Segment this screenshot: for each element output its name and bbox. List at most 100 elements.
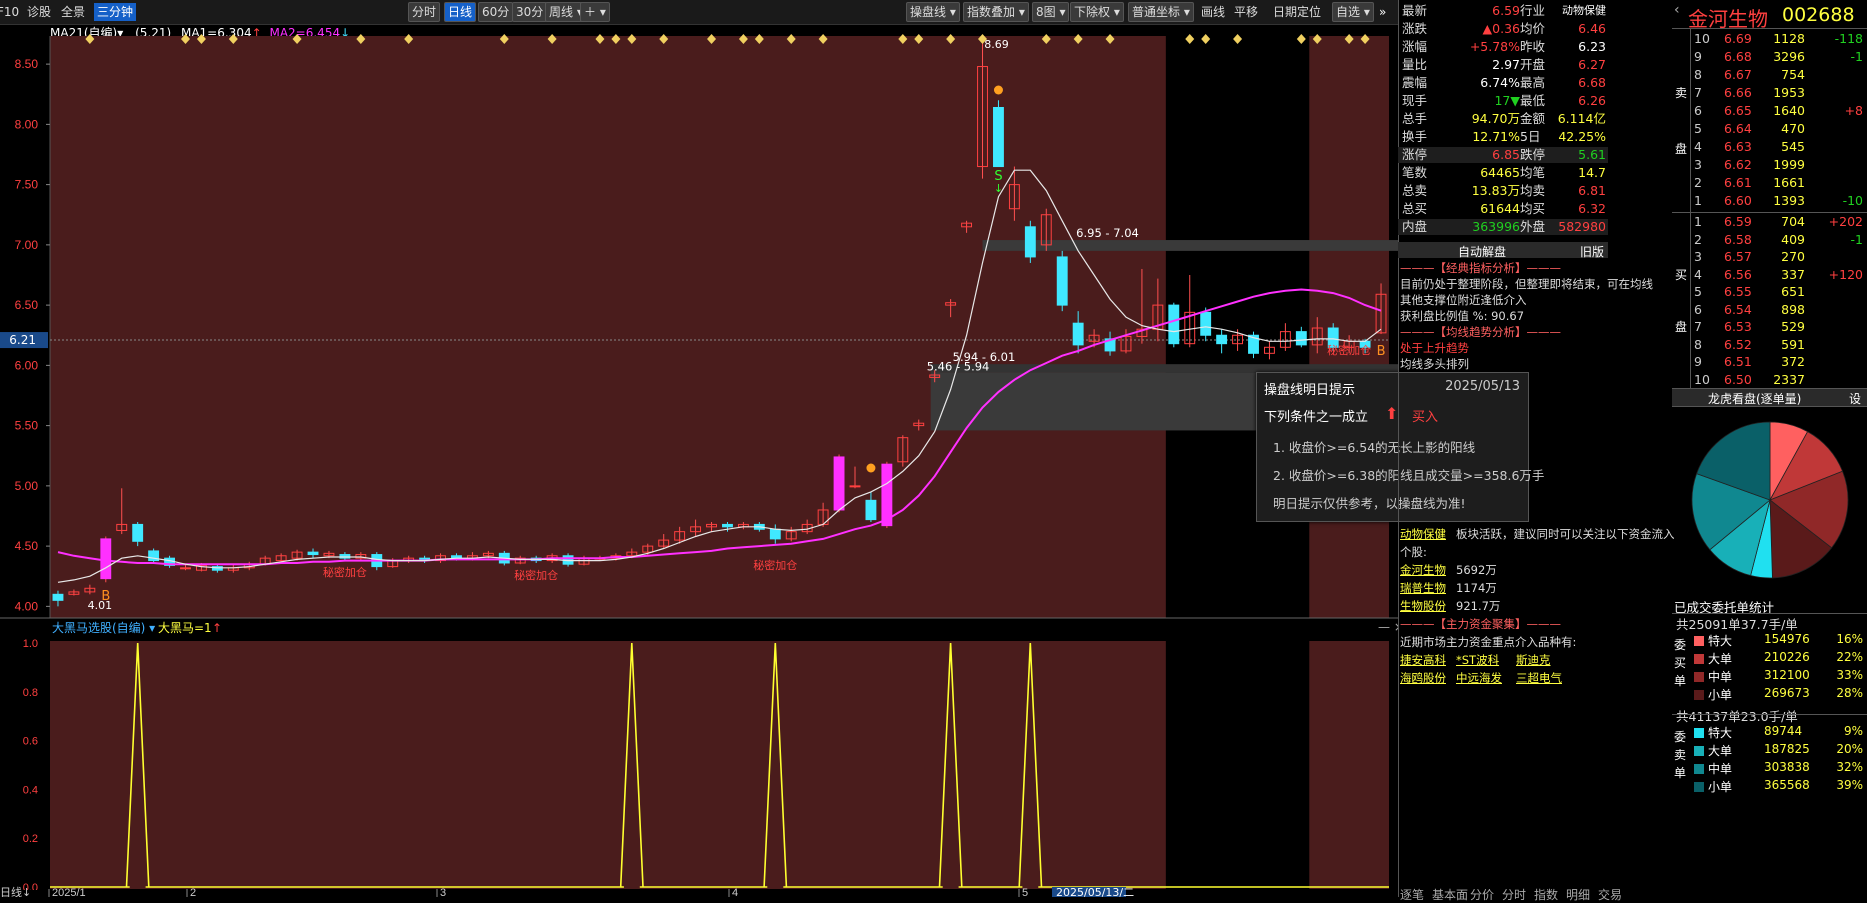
order-row[interactable]: 6 6.65 1640 +8 xyxy=(1672,102,1867,119)
candle xyxy=(1168,304,1180,345)
secret-add-label: 秘密加仓 xyxy=(323,565,367,579)
zone-label: 6.95 - 7.04 xyxy=(1076,226,1139,240)
quanjing-button[interactable]: 全景 xyxy=(58,3,88,21)
volume: 704 xyxy=(1781,214,1805,229)
price: 6.53 xyxy=(1724,319,1752,334)
candle xyxy=(993,107,1004,168)
level: 2 xyxy=(1694,231,1702,247)
volume: 470 xyxy=(1781,121,1805,136)
stats-side: 买 xyxy=(1674,656,1687,670)
divider xyxy=(1672,28,1867,29)
stats-value: 269673 xyxy=(1764,686,1810,700)
period-tab[interactable]: 30分 xyxy=(512,2,548,22)
bottom-tab[interactable]: 分价 xyxy=(1470,886,1494,903)
level: 1 xyxy=(1694,193,1702,208)
order-row[interactable]: 5 6.64 470 xyxy=(1672,120,1867,137)
quote-value: 6.32 xyxy=(1578,201,1606,216)
order-row[interactable]: 4 6.56 337 +120 xyxy=(1672,266,1867,283)
sub-indicator-name[interactable]: 大黑马选股(自编) ▾ xyxy=(52,620,155,635)
capital-link[interactable]: 中远海发 xyxy=(1456,670,1502,686)
delta: +8 xyxy=(1844,103,1863,118)
toolbar-link[interactable]: 日期定位 xyxy=(1270,3,1324,21)
order-row[interactable]: 9 6.51 372 xyxy=(1672,353,1867,370)
level: 7 xyxy=(1694,319,1702,334)
order-row[interactable]: 4 6.63 545 xyxy=(1672,138,1867,155)
popup-title: 操盘线明日提示 xyxy=(1264,383,1356,398)
order-row[interactable]: 8 6.52 591 xyxy=(1672,336,1867,353)
bottom-tab[interactable]: 交易 xyxy=(1598,886,1622,903)
stock-link[interactable]: 瑞普生物 xyxy=(1400,580,1446,596)
bottom-tab[interactable]: 逐笔 xyxy=(1400,886,1424,903)
zhengu-button[interactable]: 诊股 xyxy=(24,3,54,21)
bottom-tab[interactable]: 分时 xyxy=(1502,886,1526,903)
order-row[interactable]: 10 6.69 1128 -118 xyxy=(1672,30,1867,47)
toolbar-menu[interactable]: 普通坐标 ▾ xyxy=(1128,2,1194,22)
double-chevron-icon[interactable]: » xyxy=(1376,3,1389,21)
date-label: 2 xyxy=(190,887,196,897)
level: 9 xyxy=(1694,354,1702,369)
bottom-tab[interactable]: 明细 xyxy=(1566,886,1590,903)
volume: 651 xyxy=(1781,284,1805,299)
stats-side: 委 xyxy=(1674,638,1687,652)
quote-label: 换手 xyxy=(1402,129,1428,144)
toolbar-menu[interactable]: 操盘线 ▾ xyxy=(906,2,960,22)
close-sub-icon[interactable]: — × xyxy=(1378,620,1398,634)
classic-line-2: 其他支撑位附近逢低介入 xyxy=(1400,293,1527,307)
bottom-tab[interactable]: 指数 xyxy=(1534,886,1558,903)
analysis-title[interactable]: 自动解盘 xyxy=(1458,243,1506,260)
order-row[interactable]: 9 6.68 3296 -1 xyxy=(1672,48,1867,65)
period-tab[interactable]: 日线 xyxy=(444,2,477,22)
quote-value: 动物保健 xyxy=(1562,4,1606,17)
order-row[interactable]: 7 6.53 529 xyxy=(1672,318,1867,335)
order-row[interactable]: 7 6.66 1953 xyxy=(1672,84,1867,101)
capital-link[interactable]: *ST波科 xyxy=(1456,652,1499,668)
order-row[interactable]: 1 6.59 704 +202 xyxy=(1672,213,1867,230)
capital-link[interactable]: 三超电气 xyxy=(1516,670,1562,686)
add-minus-button[interactable]: ＋ ▾ xyxy=(580,2,610,22)
order-row[interactable]: 1 6.60 1393 -10 xyxy=(1672,192,1867,209)
sanfenzhong-button[interactable]: 三分钟 xyxy=(94,3,137,21)
capital-link[interactable]: 海鸥股份 xyxy=(1400,670,1446,686)
capital-link[interactable]: 斯迪克 xyxy=(1516,652,1551,668)
price: 6.67 xyxy=(1724,67,1752,82)
resistance-zone xyxy=(982,240,1398,251)
price-label: 6.00 xyxy=(15,358,39,372)
toolbar-menu[interactable]: 8图 ▾ xyxy=(1032,2,1070,22)
order-row[interactable]: 3 6.57 270 xyxy=(1672,248,1867,265)
toolbar-link[interactable]: 自选 ▾ xyxy=(1332,2,1374,22)
period-tab[interactable]: 60分 xyxy=(478,2,514,22)
order-row[interactable]: 6 6.54 898 xyxy=(1672,301,1867,318)
quote-label: 最新 xyxy=(1402,3,1428,18)
dragon-settings[interactable]: 设 xyxy=(1849,390,1861,407)
toolbar-menu[interactable]: 指数叠加 ▾ xyxy=(963,2,1029,22)
order-row[interactable]: 2 6.61 1661 xyxy=(1672,174,1867,191)
f10-button[interactable]: F10 xyxy=(0,3,22,21)
kline-chart[interactable]: 8.50 8.00 7.50 7.00 6.50 6.00 5.50 5.00 4.50 4.00… xyxy=(0,24,1398,897)
capital-link[interactable]: 捷安高科 xyxy=(1400,652,1446,668)
order-row[interactable]: 5 6.55 651 xyxy=(1672,283,1867,300)
order-row[interactable]: 8 6.67 754 xyxy=(1672,66,1867,83)
toolbar-link[interactable]: 平移 xyxy=(1231,3,1261,21)
dragon-title[interactable]: 龙虎看盘(逐单量) xyxy=(1708,390,1801,407)
quote-label: 笔数 xyxy=(1402,165,1428,180)
order-row[interactable]: 2 6.58 409 -1 xyxy=(1672,231,1867,248)
period-tab[interactable]: 分时 xyxy=(408,2,441,22)
stats-pct: 33% xyxy=(1836,668,1863,682)
price-label: 4.00 xyxy=(15,599,39,613)
quote-label: 5日 xyxy=(1520,129,1541,144)
quote-label: 涨停 xyxy=(1402,147,1428,162)
industry-link[interactable]: 动物保健 xyxy=(1400,526,1446,542)
order-row[interactable]: 3 6.62 1999 xyxy=(1672,156,1867,173)
order-row[interactable]: 10 6.50 2337 xyxy=(1672,371,1867,388)
bottom-tab[interactable]: 基本面 xyxy=(1432,886,1468,903)
quote-row: 涨停 6.85 跌停 5.61 xyxy=(1398,147,1608,163)
toolbar-link[interactable]: 画线 xyxy=(1198,3,1228,21)
stock-link[interactable]: 生物股份 xyxy=(1400,598,1446,614)
toolbar-menu[interactable]: 下除权 ▾ xyxy=(1070,2,1124,22)
collapse-icon[interactable]: ‹ xyxy=(1674,2,1680,18)
stock-link[interactable]: 金河生物 xyxy=(1400,562,1446,578)
quote-label: 开盘 xyxy=(1520,57,1546,72)
quote-value: 2.97 xyxy=(1492,57,1520,72)
sub-axis-label: 1.0 xyxy=(23,638,38,650)
old-version-link[interactable]: 旧版 xyxy=(1580,243,1604,260)
